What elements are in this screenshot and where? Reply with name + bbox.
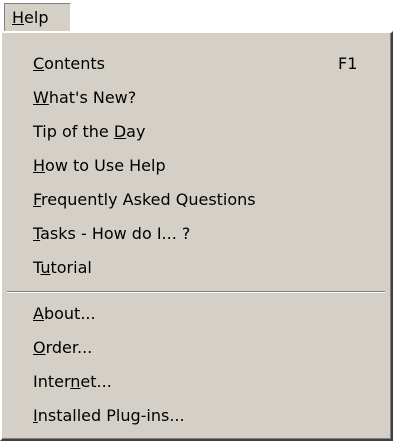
label-post: ay xyxy=(126,122,146,141)
menu-item-label: Contents xyxy=(33,47,105,81)
menu-item-tutorial[interactable]: Tutorial xyxy=(4,251,388,285)
label-post: requently Asked Questions xyxy=(41,190,256,209)
menu-item-label: Order... xyxy=(33,331,92,365)
menu-item-label: Tasks - How do I... ? xyxy=(33,217,190,251)
menubar-help[interactable]: Help xyxy=(4,3,71,33)
label-post: asks - How do I... ? xyxy=(40,224,191,243)
label-mnemonic: n xyxy=(70,372,81,391)
label-pre: Inter xyxy=(33,372,71,391)
label-mnemonic: A xyxy=(33,304,44,323)
menu-item-tip-of-the-day[interactable]: Tip of the Day xyxy=(4,115,388,149)
label-mnemonic: H xyxy=(33,156,46,175)
menu-item-tasks[interactable]: Tasks - How do I... ? xyxy=(4,217,388,251)
menu-item-shortcut: F1 xyxy=(338,54,358,73)
menu-item-label: Frequently Asked Questions xyxy=(33,183,256,217)
help-dropdown-menu: Contents F1 What's New? Tip of the Day H… xyxy=(0,31,393,441)
label-mnemonic: O xyxy=(33,338,46,357)
menu-item-label: Tutorial xyxy=(33,251,92,285)
menu-item-how-to-use-help[interactable]: How to Use Help xyxy=(4,149,388,183)
label-post: bout... xyxy=(43,304,96,323)
menu-item-label: Internet... xyxy=(33,365,112,399)
label-post: torial xyxy=(50,258,92,277)
menu-item-label: What's New? xyxy=(33,81,136,115)
menu-item-label: Tip of the Day xyxy=(33,115,145,149)
menu-item-internet[interactable]: Internet... xyxy=(4,365,388,399)
menu-item-contents[interactable]: Contents F1 xyxy=(4,47,388,81)
menubar-help-mnemonic: H xyxy=(12,8,25,27)
menu-item-whats-new[interactable]: What's New? xyxy=(4,81,388,115)
label-post: ow to Use Help xyxy=(45,156,166,175)
help-menu-screen: Help Contents F1 What's New? Tip of the … xyxy=(0,0,393,441)
label-mnemonic: F xyxy=(33,190,42,209)
menu-separator xyxy=(7,291,385,293)
menu-item-order[interactable]: Order... xyxy=(4,331,388,365)
label-post: ontents xyxy=(44,54,105,73)
label-post: rder... xyxy=(45,338,93,357)
label-mnemonic: u xyxy=(40,258,51,277)
label-mnemonic: C xyxy=(33,54,45,73)
label-mnemonic: W xyxy=(33,88,49,107)
menu-item-label: Installed Plug-ins... xyxy=(33,399,185,433)
label-post: hat's New? xyxy=(48,88,137,107)
label-mnemonic: D xyxy=(113,122,127,141)
label-post: et... xyxy=(80,372,112,391)
menubar-help-rest: elp xyxy=(24,8,49,27)
menu-item-installed-plugins[interactable]: Installed Plug-ins... xyxy=(4,399,388,433)
label-pre: Tip of the xyxy=(33,122,114,141)
menu-item-about[interactable]: About... xyxy=(4,297,388,331)
menu-item-label: About... xyxy=(33,297,96,331)
label-post: nstalled Plug-ins... xyxy=(37,406,185,425)
menu-item-faq[interactable]: Frequently Asked Questions xyxy=(4,183,388,217)
menu-item-label: How to Use Help xyxy=(33,149,166,183)
